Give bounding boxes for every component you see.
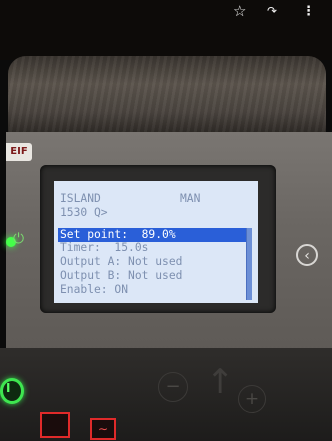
menu-item-timer[interactable]: Timer: 15.0s bbox=[60, 241, 148, 254]
lcd-status: ISLAND bbox=[60, 192, 101, 205]
start-button[interactable] bbox=[0, 378, 24, 404]
lcd-display: ISLAND MAN 1530 Q> Set point: 89.0% Time… bbox=[54, 181, 258, 303]
power-icon: ⏻ bbox=[13, 231, 25, 247]
more-vertical-icon[interactable]: ⋮ bbox=[302, 4, 315, 19]
minus-button[interactable]: − bbox=[158, 372, 188, 402]
star-icon[interactable]: ☆ bbox=[233, 2, 246, 20]
generator-button[interactable]: ∼ bbox=[90, 418, 116, 440]
power-icon: I bbox=[6, 381, 11, 395]
photo: EIF ⏻ ISLAND MAN 1530 Q> Set point: 89.0… bbox=[0, 0, 332, 441]
menu-item-output-a[interactable]: Output A: Not used bbox=[60, 255, 182, 268]
dark-background bbox=[0, 0, 332, 60]
chevron-right-icon: ‹ bbox=[304, 248, 310, 264]
plus-button[interactable]: + bbox=[238, 385, 266, 413]
breaker-button[interactable] bbox=[40, 412, 70, 438]
up-arrow-icon[interactable]: ↑ bbox=[206, 362, 235, 402]
right-button[interactable]: ‹ bbox=[296, 244, 318, 266]
menu-item-enable[interactable]: Enable: ON bbox=[60, 283, 128, 296]
lcd-frequency: 1530 Q> bbox=[60, 206, 108, 219]
housing-texture bbox=[8, 56, 326, 136]
menu-item-output-b[interactable]: Output B: Not used bbox=[60, 269, 182, 282]
share-icon[interactable]: ↷ bbox=[267, 4, 277, 18]
lcd-mode: MAN bbox=[180, 192, 201, 205]
sine-wave-icon: ∼ bbox=[97, 422, 109, 436]
brand-logo: EIF bbox=[6, 143, 32, 161]
menu-item-setpoint[interactable]: Set point: 89.0% bbox=[58, 228, 246, 242]
menu-scrollbar[interactable] bbox=[246, 228, 252, 300]
